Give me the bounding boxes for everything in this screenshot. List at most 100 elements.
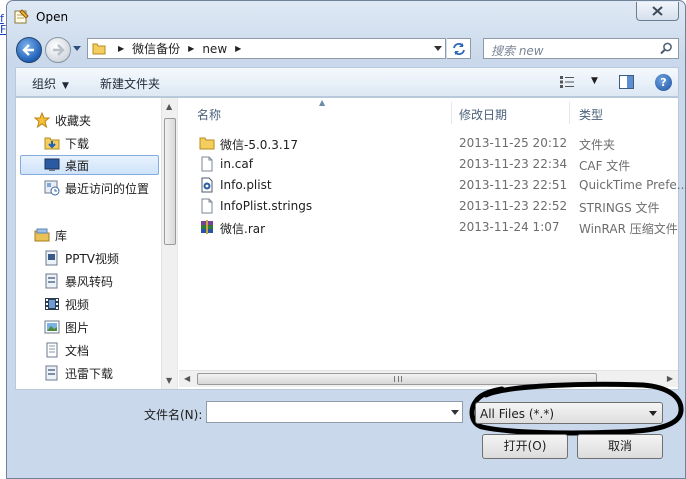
breadcrumb-separator-icon[interactable]: ▶ — [235, 44, 241, 53]
chevron-down-icon: ▼ — [62, 81, 69, 91]
scroll-up-icon[interactable]: ▲ — [166, 102, 172, 111]
nav-libraries-header[interactable]: 库 — [34, 225, 177, 245]
view-dropdown-icon[interactable]: ▼ — [591, 76, 598, 86]
chevron-down-icon[interactable] — [649, 411, 657, 416]
file-name: 微信.rar — [220, 222, 266, 236]
nav-libraries-label: 库 — [55, 228, 68, 243]
nav-item-desktop[interactable]: 桌面 — [20, 155, 159, 175]
file-name: 微信-5.0.3.17 — [220, 138, 298, 152]
file-name: InfoPlist.strings — [220, 199, 313, 213]
forward-button[interactable] — [45, 37, 71, 63]
open-dialog: Open ▶ 微信备份 ▶ new ▶ 搜索 new 组织 ▼ 新建文件夹 ▼ … — [6, 0, 686, 479]
browser-content: 收藏夹 下载 桌面 最近访问的位置 库 PPTV视频 暴风转码 视频 图片 文档… — [15, 97, 686, 390]
file-type: QuickTime Prefe... — [579, 178, 686, 192]
recent-pages-dropdown-icon[interactable] — [73, 46, 81, 51]
title-bar: Open — [7, 1, 685, 31]
refresh-button[interactable] — [447, 38, 471, 59]
search-box[interactable]: 搜索 new — [483, 38, 679, 59]
arrow-right-icon — [53, 44, 65, 56]
rar-archive-icon — [201, 220, 213, 234]
new-folder-button[interactable]: 新建文件夹 — [100, 75, 160, 92]
grip-icon — [394, 376, 402, 382]
navigation-pane: 收藏夹 下载 桌面 最近访问的位置 库 PPTV视频 暴风转码 视频 图片 文档… — [16, 98, 178, 389]
file-type: WinRAR 压缩文件 — [579, 222, 678, 236]
arrow-left-icon — [22, 44, 34, 56]
column-header-type[interactable]: 类型 — [579, 106, 603, 123]
refresh-icon — [453, 43, 465, 55]
nav-item-label: 最近访问的位置 — [65, 181, 150, 196]
view-options-icon[interactable] — [559, 75, 575, 89]
column-header-modified[interactable]: 修改日期 — [459, 106, 507, 123]
nav-item-downloads[interactable]: 下载 — [44, 133, 159, 153]
nav-item-xunlei-downloads[interactable]: 迅雷下载 — [44, 363, 159, 383]
file-row[interactable]: 微信-5.0.3.17 2013-11-25 20:12 文件夹 — [179, 133, 678, 154]
close-button[interactable] — [636, 2, 679, 21]
search-icon[interactable] — [660, 42, 673, 55]
video-library-icon — [45, 250, 58, 266]
file-modified: 2013-11-24 1:07 — [459, 220, 560, 234]
breadcrumb-separator-icon[interactable]: ▶ — [118, 44, 124, 53]
scroll-down-icon[interactable]: ▼ — [166, 376, 172, 385]
star-icon — [34, 112, 50, 128]
chevron-down-icon[interactable] — [451, 410, 459, 415]
libraries-icon — [34, 228, 50, 242]
nav-scroll-thumb[interactable] — [164, 118, 176, 245]
download-folder-icon — [44, 137, 60, 150]
help-button[interactable]: ? — [655, 74, 672, 91]
file-modified: 2013-11-23 22:51 — [459, 178, 568, 192]
filename-field[interactable] — [206, 401, 463, 423]
breadcrumb-new[interactable]: new — [202, 42, 227, 56]
folder-icon — [92, 43, 106, 55]
organize-menu-button[interactable]: 组织 ▼ — [32, 75, 69, 92]
file-row[interactable]: InfoPlist.strings 2013-11-23 22:52 STRIN… — [179, 196, 678, 217]
file-modified: 2013-11-23 22:52 — [459, 199, 568, 213]
recent-places-icon — [44, 180, 60, 196]
nav-item-label: 迅雷下载 — [65, 366, 114, 381]
nav-item-label: 暴风转码 — [65, 274, 114, 289]
video-library-icon — [45, 298, 59, 310]
nav-item-label: 图片 — [65, 320, 90, 335]
filename-label: 文件名(N): — [144, 408, 203, 422]
nav-item-documents[interactable]: 文档 — [44, 340, 159, 360]
library-icon — [45, 273, 58, 289]
address-bar[interactable]: ▶ 微信备份 ▶ new ▶ — [87, 38, 446, 59]
chevron-down-icon[interactable] — [434, 46, 442, 51]
file-modified: 2013-11-23 22:34 — [459, 157, 568, 171]
file-row[interactable]: in.caf 2013-11-23 22:34 CAF 文件 — [179, 154, 678, 175]
nav-item-videos[interactable]: 视频 — [44, 294, 159, 314]
file-type: CAF 文件 — [579, 159, 631, 173]
breadcrumb-separator-icon[interactable]: ▶ — [188, 44, 194, 53]
nav-item-label: 文档 — [65, 343, 90, 358]
organize-label: 组织 — [32, 77, 57, 91]
file-type-filter[interactable]: All Files (*.*) — [475, 402, 663, 424]
column-header-name[interactable]: 名称 — [197, 106, 221, 123]
sort-ascending-icon: ▲ — [319, 98, 326, 107]
folder-icon — [199, 137, 215, 150]
nav-favorites-header[interactable]: 收藏夹 — [34, 110, 177, 130]
nav-item-pptv-video[interactable]: PPTV视频 — [44, 248, 159, 268]
preview-pane-icon[interactable] — [619, 75, 634, 89]
cancel-button[interactable]: 取消 — [577, 434, 663, 459]
file-row[interactable]: 微信.rar 2013-11-24 1:07 WinRAR 压缩文件 — [179, 217, 678, 238]
column-divider[interactable] — [569, 102, 570, 124]
open-button[interactable]: 打开(O) — [482, 434, 568, 459]
nav-item-recent-places[interactable]: 最近访问的位置 — [44, 178, 161, 198]
file-icon — [201, 198, 213, 214]
column-divider[interactable] — [451, 102, 452, 124]
nav-pane-scrollbar[interactable]: ▲ ▼ — [161, 98, 177, 389]
search-input[interactable]: 搜索 new — [491, 42, 544, 59]
file-modified: 2013-11-25 20:12 — [459, 136, 568, 150]
back-button[interactable] — [16, 37, 42, 63]
file-name: Info.plist — [220, 178, 272, 192]
nav-favorites-label: 收藏夹 — [55, 113, 92, 128]
scroll-left-icon[interactable]: ◀ — [184, 374, 190, 383]
file-type-filter-value: All Files (*.*) — [480, 407, 555, 421]
nav-item-baofeng-transcode[interactable]: 暴风转码 — [44, 271, 159, 291]
file-type: STRINGS 文件 — [579, 201, 660, 215]
nav-item-pictures[interactable]: 图片 — [44, 317, 159, 337]
breadcrumb-weixin-backup[interactable]: 微信备份 — [132, 40, 180, 57]
file-row[interactable]: Info.plist 2013-11-23 22:51 QuickTime Pr… — [179, 175, 686, 196]
file-type: 文件夹 — [579, 138, 616, 152]
notepad-icon — [14, 9, 29, 24]
library-icon — [45, 365, 58, 381]
